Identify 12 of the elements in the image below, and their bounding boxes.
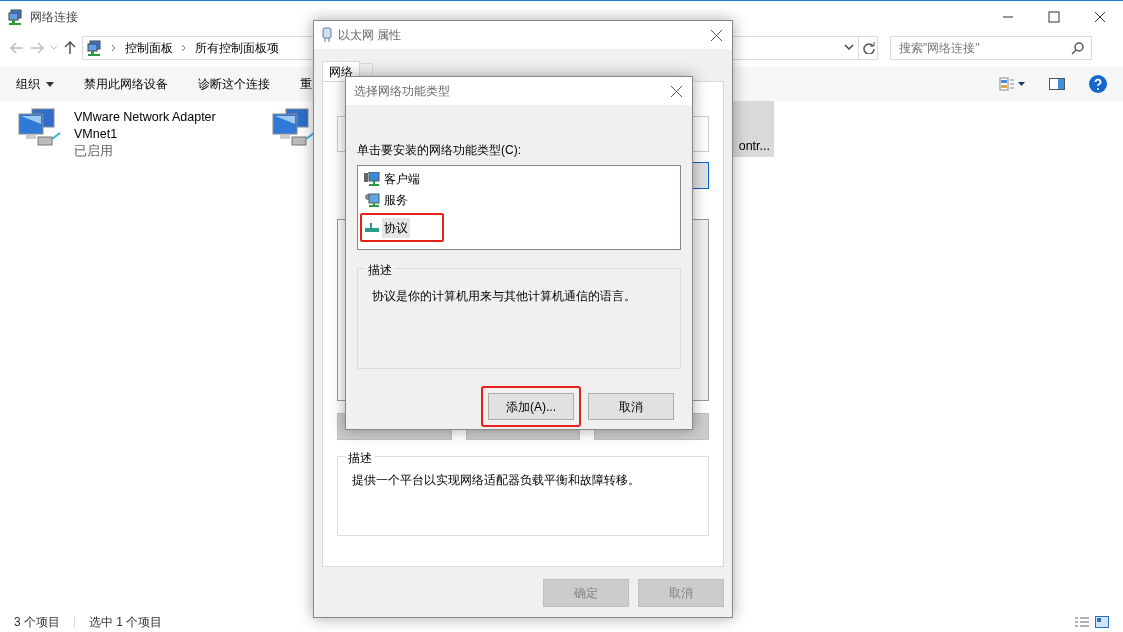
status-text: 选中 1 个项目 (89, 614, 163, 631)
group-label: 描述 (346, 449, 374, 467)
window-title: 选择网络功能类型 (354, 83, 450, 100)
window-title: 网络连接 (30, 9, 78, 26)
prompt-text: 单击要安装的网络功能类型(C): (357, 142, 522, 159)
dialog-button: 确定 (543, 579, 629, 607)
description-text: 协议是你的计算机用来与其他计算机通信的语言。 (372, 288, 637, 305)
window-title: 以太网 属性 (338, 27, 402, 44)
status-text: 3 个项目 (14, 614, 60, 631)
group-label: 描述 (366, 261, 394, 279)
dialog-button: 取消 (638, 579, 724, 607)
description-text: 提供一个平台以实现网络适配器负载平衡和故障转移。 (352, 472, 641, 489)
